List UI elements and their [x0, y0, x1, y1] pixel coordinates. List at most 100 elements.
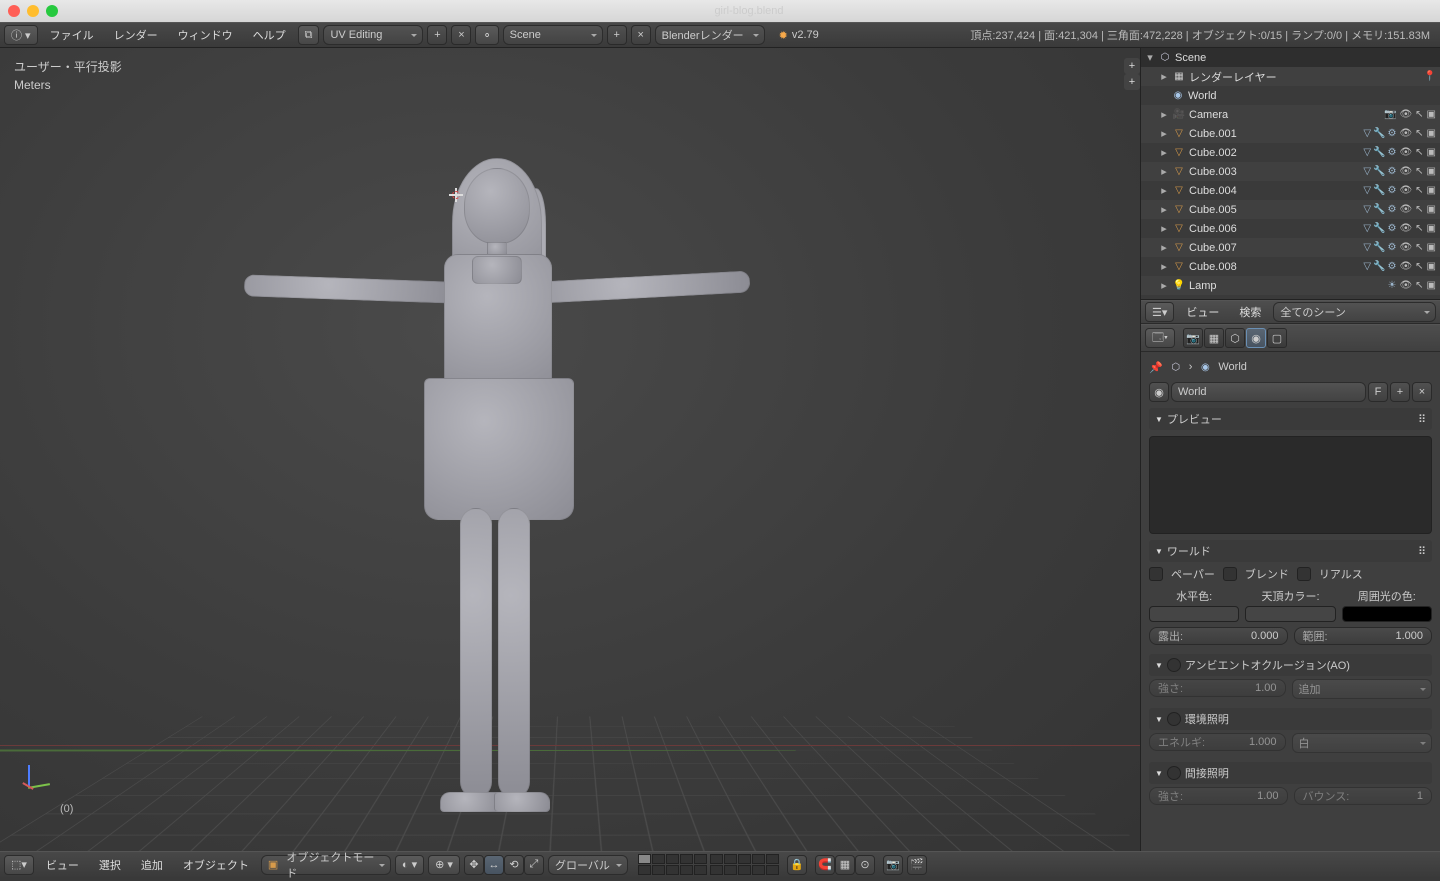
add-scene-button[interactable]: +	[607, 25, 627, 45]
lamp-data-icon[interactable]: ☀	[1387, 280, 1396, 291]
selectable-cursor-icon[interactable]: ↖	[1415, 147, 1423, 158]
outliner-object-row[interactable]: ▸▽Cube.006▽🔧⚙👁↖▣	[1141, 219, 1440, 238]
panel-preview[interactable]: ▼プレビュー⠿	[1149, 408, 1432, 430]
outliner-type-icon[interactable]: ☰▾	[1145, 302, 1174, 322]
expand-icon[interactable]: ▸	[1159, 260, 1169, 273]
ao-mode-dropdown[interactable]: 追加	[1292, 679, 1433, 699]
outliner[interactable]: ▾⬡Scene ▸▦レンダーレイヤー📍 ◉World ▸🎥Camera📷👁↖▣ …	[1141, 48, 1440, 300]
tab-render-icon[interactable]: 📷	[1183, 328, 1203, 348]
lamp-node[interactable]: Lamp	[1189, 280, 1384, 292]
view-type-icon[interactable]: ⬚▾	[4, 855, 34, 875]
visibility-eye-icon[interactable]: 👁	[1399, 280, 1412, 291]
mode-dropdown[interactable]: ▣オブジェクトモード	[261, 855, 391, 875]
visibility-eye-icon[interactable]: 👁	[1399, 128, 1412, 139]
material-ball-icon[interactable]: ⚙	[1387, 242, 1396, 253]
shading-dropdown-icon[interactable]: ◐ ▾	[395, 855, 424, 875]
panel-world[interactable]: ▼ワールド⠿	[1149, 540, 1432, 562]
mesh-data-icon[interactable]: ▽	[1363, 204, 1371, 215]
ambient-color-swatch[interactable]	[1342, 606, 1432, 622]
orientation-dropdown[interactable]: グローバル	[548, 855, 628, 875]
modifier-wrench-icon[interactable]: 🔧	[1373, 166, 1385, 177]
add-layout-button[interactable]: +	[427, 25, 447, 45]
outliner-object-row[interactable]: ▸▽Cube.008▽🔧⚙👁↖▣	[1141, 257, 1440, 276]
material-ball-icon[interactable]: ⚙	[1387, 204, 1396, 215]
visibility-eye-icon[interactable]: 👁	[1399, 261, 1412, 272]
visibility-eye-icon[interactable]: 👁	[1399, 223, 1412, 234]
object-name[interactable]: Cube.007	[1189, 242, 1360, 254]
opengl-render-icon[interactable]: 📷	[883, 855, 903, 875]
back-to-previous-icon[interactable]: ⧉	[298, 25, 320, 45]
mesh-data-icon[interactable]: ▽	[1363, 242, 1371, 253]
3d-viewport[interactable]: ユーザー・平行投影 Meters + + (0)	[0, 48, 1140, 851]
menu-file[interactable]: ファイル	[42, 23, 102, 47]
world-id-field[interactable]: World	[1171, 382, 1366, 402]
zenith-color-swatch[interactable]	[1245, 606, 1335, 622]
visibility-eye-icon[interactable]: 👁	[1399, 204, 1412, 215]
panel-indirect[interactable]: ▼間接照明	[1149, 762, 1432, 784]
modifier-wrench-icon[interactable]: 🔧	[1373, 261, 1385, 272]
modifier-wrench-icon[interactable]: 🔧	[1373, 242, 1385, 253]
indirect-bounce-field[interactable]: バウンス:1	[1294, 787, 1433, 805]
expand-icon[interactable]: ▸	[1159, 70, 1169, 83]
object-name[interactable]: Cube.006	[1189, 223, 1360, 235]
toolbar-expand-icon[interactable]: +	[1124, 58, 1140, 74]
modifier-wrench-icon[interactable]: 🔧	[1373, 147, 1385, 158]
mesh-data-icon[interactable]: ▽	[1363, 261, 1371, 272]
material-ball-icon[interactable]: ⚙	[1387, 147, 1396, 158]
visibility-eye-icon[interactable]: 👁	[1399, 166, 1412, 177]
selectable-cursor-icon[interactable]: ↖	[1415, 185, 1423, 196]
expand-icon[interactable]: ▸	[1159, 146, 1169, 159]
expand-icon[interactable]: ▸	[1159, 108, 1169, 121]
selectable-cursor-icon[interactable]: ↖	[1415, 128, 1423, 139]
world-browse-icon[interactable]: ◉	[1149, 382, 1169, 402]
outliner-object-row[interactable]: ▸▽Cube.003▽🔧⚙👁↖▣	[1141, 162, 1440, 181]
object-name[interactable]: Cube.004	[1189, 185, 1360, 197]
visibility-eye-icon[interactable]: 👁	[1399, 242, 1412, 253]
object-name[interactable]: Cube.005	[1189, 204, 1360, 216]
env-enable-checkbox[interactable]	[1167, 712, 1181, 726]
panel-ao[interactable]: ▼アンビエントオクルージョン(AO)	[1149, 654, 1432, 676]
snap-toggles[interactable]: 🧲 ▦ ⊙	[815, 855, 875, 875]
paper-sky-checkbox[interactable]	[1149, 567, 1163, 581]
expand-icon[interactable]: ▸	[1159, 127, 1169, 140]
expand-icon[interactable]: ▸	[1159, 241, 1169, 254]
outliner-object-row[interactable]: ▸▽Cube.007▽🔧⚙👁↖▣	[1141, 238, 1440, 257]
env-color-dropdown[interactable]: 白	[1292, 733, 1433, 753]
fake-user-button[interactable]: F	[1368, 382, 1388, 402]
object-name[interactable]: Cube.002	[1189, 147, 1360, 159]
render-engine-dropdown[interactable]: Blenderレンダー	[655, 25, 765, 45]
env-energy-field[interactable]: エネルギ:1.000	[1149, 733, 1286, 751]
mesh-data-icon[interactable]: ▽	[1363, 166, 1371, 177]
visibility-eye-icon[interactable]: 👁	[1399, 109, 1412, 120]
screen-layout-dropdown[interactable]: UV Editing	[323, 25, 423, 45]
ao-strength-field[interactable]: 強さ:1.00	[1149, 679, 1286, 697]
outliner-display-filter[interactable]: 全てのシーン	[1273, 302, 1436, 322]
exposure-field[interactable]: 露出:0.000	[1149, 627, 1288, 645]
scene-dropdown[interactable]: Scene	[503, 25, 603, 45]
npanel-expand-icon[interactable]: +	[1124, 74, 1140, 90]
tab-scene-icon[interactable]: ⬡	[1225, 328, 1245, 348]
snap-element-icon[interactable]: ▦	[835, 855, 855, 875]
object-name[interactable]: Cube.001	[1189, 128, 1360, 140]
real-sky-checkbox[interactable]	[1297, 567, 1311, 581]
pin-icon[interactable]: 📌	[1149, 361, 1163, 374]
outliner-object-row[interactable]: ▸▽Cube.002▽🔧⚙👁↖▣	[1141, 143, 1440, 162]
material-ball-icon[interactable]: ⚙	[1387, 166, 1396, 177]
translate-gizmo-icon[interactable]: ↔	[484, 855, 504, 875]
visibility-eye-icon[interactable]: 👁	[1399, 147, 1412, 158]
menu-window[interactable]: ウィンドウ	[170, 23, 241, 47]
pivot-dropdown-icon[interactable]: ⊕ ▾	[428, 855, 460, 875]
selectable-cursor-icon[interactable]: ↖	[1415, 204, 1423, 215]
3d-cursor-icon[interactable]	[449, 188, 463, 202]
expand-icon[interactable]: ▸	[1159, 222, 1169, 235]
manipulator-toggles[interactable]: ✥ ↔ ⟲ ⤢	[464, 855, 544, 875]
ao-enable-checkbox[interactable]	[1167, 658, 1181, 672]
camera-node[interactable]: Camera	[1189, 109, 1381, 121]
menu-render[interactable]: レンダー	[106, 23, 166, 47]
manipulator-toggle-icon[interactable]: ✥	[464, 855, 484, 875]
selectable-cursor-icon[interactable]: ↖	[1415, 166, 1423, 177]
new-world-button[interactable]: +	[1390, 382, 1410, 402]
visibility-eye-icon[interactable]: 👁	[1399, 185, 1412, 196]
expand-icon[interactable]: ▸	[1159, 203, 1169, 216]
character-model[interactable]	[362, 158, 642, 828]
